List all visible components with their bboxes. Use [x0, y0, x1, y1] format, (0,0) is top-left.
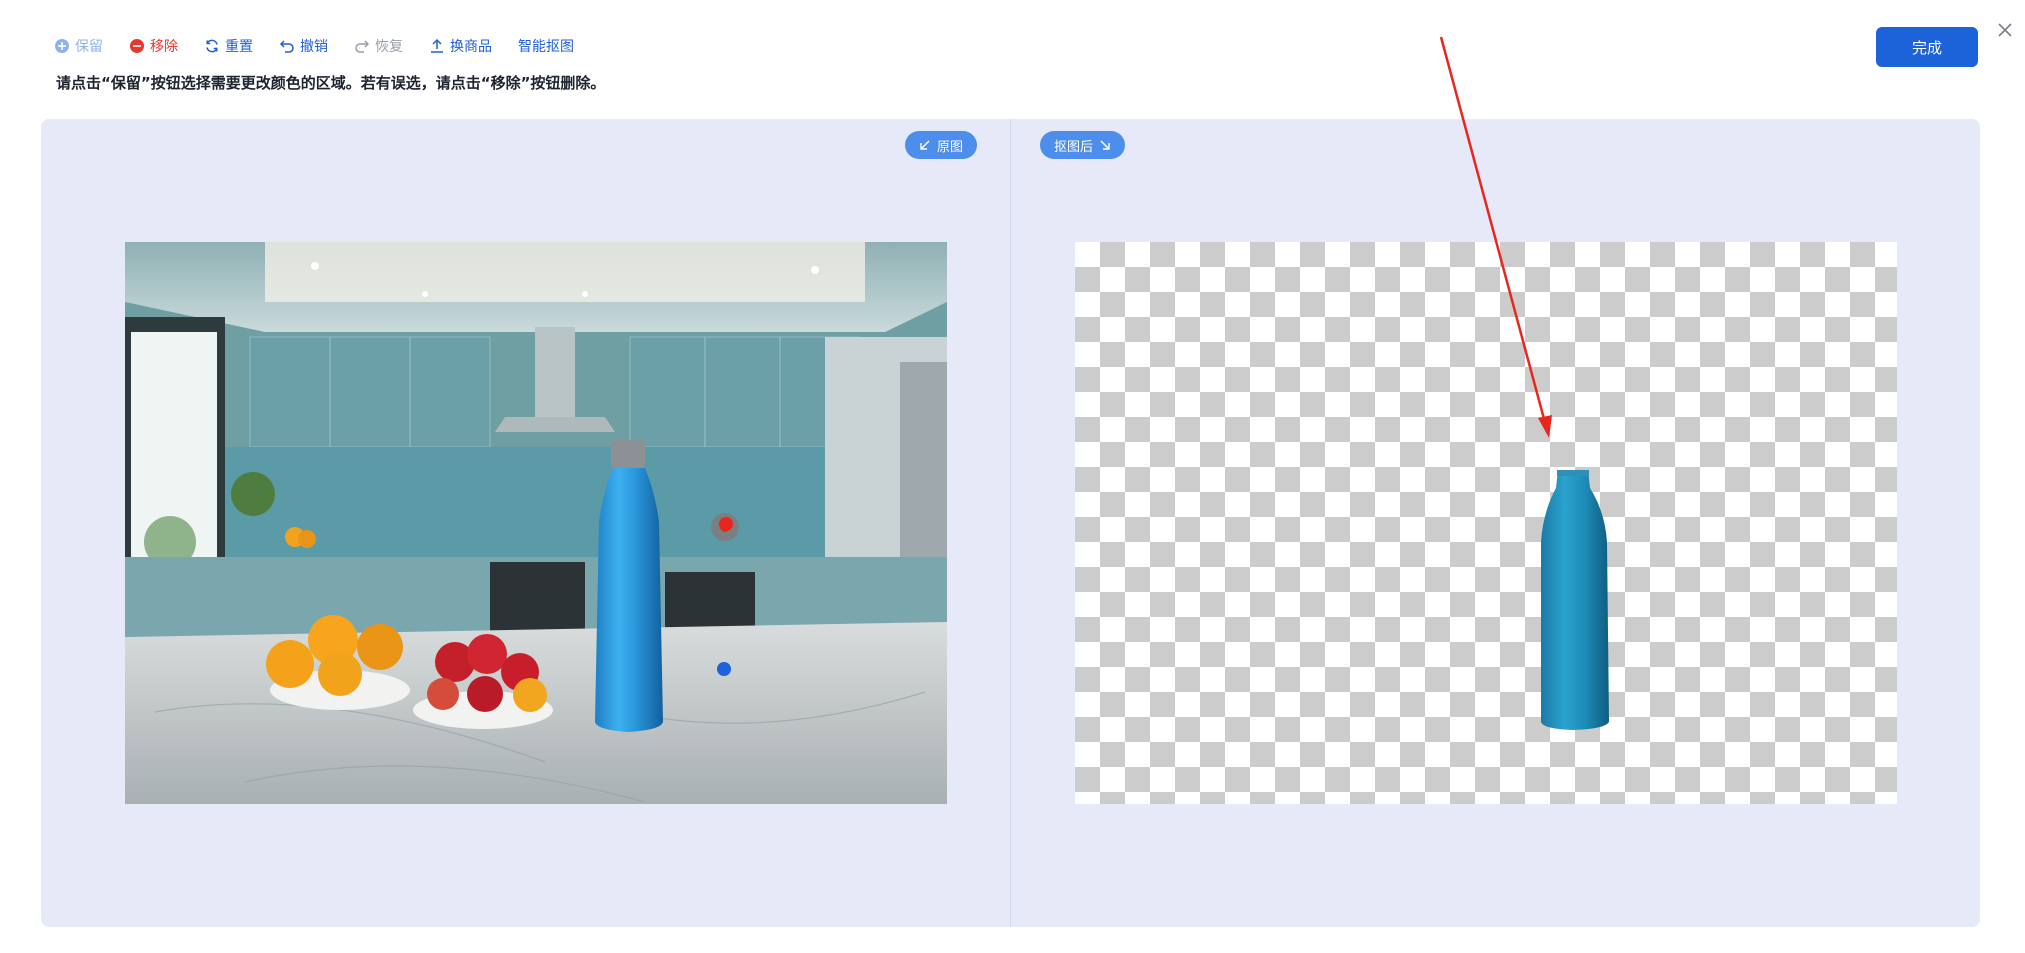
- refresh-icon: [204, 38, 220, 54]
- redo-label: 恢复: [375, 39, 403, 55]
- collapse-arrow-icon: [920, 140, 930, 150]
- redo-button[interactable]: 恢复: [354, 36, 403, 56]
- undo-label: 撤销: [300, 39, 328, 55]
- redo-icon: [354, 38, 370, 54]
- smart-cutout-button[interactable]: 智能抠图: [518, 36, 574, 56]
- cutout-result-label: 抠图后: [1054, 139, 1094, 155]
- replace-product-label: 换商品: [450, 39, 492, 55]
- replace-product-button[interactable]: 换商品: [429, 36, 492, 56]
- cutout-editor: 保留 移除 重置 撤销 恢复 换商品 智能抠图 请点击“保留”按钮选择需要更改颜…: [0, 0, 2025, 953]
- expand-arrow-icon: [1100, 140, 1110, 150]
- done-button[interactable]: 完成: [1876, 27, 1978, 67]
- reset-button[interactable]: 重置: [204, 36, 253, 56]
- keep-button[interactable]: 保留: [54, 36, 103, 56]
- minus-circle-icon: [129, 38, 145, 54]
- original-image-toggle[interactable]: 原图: [905, 131, 978, 159]
- keep-label: 保留: [75, 39, 103, 55]
- instruction-text: 请点击“保留”按钮选择需要更改颜色的区域。若有误选，请点击“移除”按钮删除。: [56, 74, 606, 92]
- original-image-label: 原图: [937, 139, 964, 155]
- toolbar: 保留 移除 重置 撤销 恢复 换商品 智能抠图: [54, 34, 600, 58]
- remove-label: 移除: [150, 39, 178, 55]
- workspace: 原图 抠图后: [41, 119, 1980, 927]
- plus-circle-icon: [54, 38, 70, 54]
- undo-button[interactable]: 撤销: [279, 36, 328, 56]
- undo-icon: [279, 38, 295, 54]
- reset-label: 重置: [225, 39, 253, 55]
- upload-icon: [429, 38, 445, 54]
- cutout-result-toggle[interactable]: 抠图后: [1040, 131, 1126, 159]
- smart-cutout-label: 智能抠图: [518, 39, 574, 55]
- panel-divider: [1010, 119, 1011, 927]
- original-image-canvas[interactable]: [125, 242, 947, 804]
- remove-button[interactable]: 移除: [129, 36, 178, 56]
- cutout-result-canvas[interactable]: [1075, 242, 1897, 804]
- close-icon[interactable]: [1994, 19, 2016, 41]
